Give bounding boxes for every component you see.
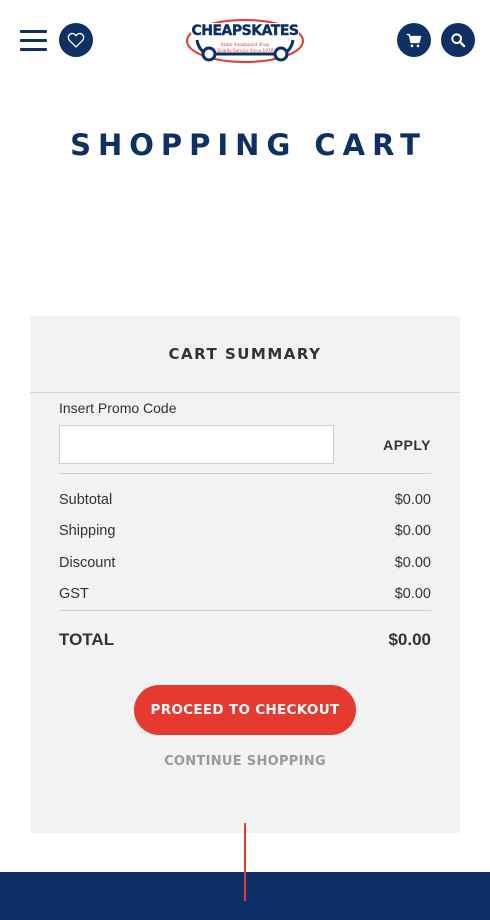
menu-icon[interactable]: [20, 30, 47, 52]
promo-code-label: Insert Promo Code: [59, 400, 177, 416]
search-icon: [451, 33, 466, 48]
discount-value: $0.00: [394, 555, 431, 571]
cart-icon: [406, 33, 422, 47]
divider: [59, 473, 431, 474]
promo-code-input[interactable]: [59, 425, 334, 464]
decorative-red-line: [244, 823, 246, 901]
cart-button[interactable]: [397, 23, 431, 57]
total-value: $0.00: [388, 630, 431, 649]
svg-text:Skate Snowboard Shop: Skate Snowboard Shop: [221, 42, 270, 47]
total-label: TOTAL: [59, 630, 115, 649]
divider: [59, 610, 431, 611]
summary-row-shipping: Shipping $0.00: [59, 523, 431, 539]
search-button[interactable]: [441, 23, 475, 57]
page-title: SHOPPING CART: [70, 128, 427, 162]
subtotal-label: Subtotal: [59, 492, 113, 508]
apply-promo-button[interactable]: APPLY: [383, 437, 431, 453]
cart-summary-title: CART SUMMARY: [168, 345, 322, 363]
summary-row-total: TOTAL $0.00: [59, 630, 431, 650]
discount-label: Discount: [59, 555, 116, 571]
page: CHEAPSKATES Skate Snowboard Shop Quality…: [0, 0, 490, 920]
continue-shopping-link[interactable]: CONTINUE SHOPPING: [30, 754, 460, 769]
wishlist-button[interactable]: [59, 23, 93, 57]
site-header: CHEAPSKATES Skate Snowboard Shop Quality…: [0, 0, 490, 80]
summary-row-discount: Discount $0.00: [59, 555, 431, 571]
cheapskates-logo[interactable]: CHEAPSKATES Skate Snowboard Shop Quality…: [185, 16, 305, 64]
heart-icon: [67, 32, 85, 48]
cart-summary-header: CART SUMMARY: [30, 316, 460, 393]
proceed-to-checkout-button[interactable]: PROCEED TO CHECKOUT: [134, 685, 356, 735]
gst-label: GST: [59, 586, 89, 602]
gst-value: $0.00: [394, 586, 431, 602]
subtotal-value: $0.00: [394, 492, 431, 508]
svg-text:Quality Service Since 1978: Quality Service Since 1978: [217, 48, 274, 53]
summary-row-subtotal: Subtotal $0.00: [59, 492, 431, 508]
svg-text:CHEAPSKATES: CHEAPSKATES: [191, 23, 298, 39]
shipping-label: Shipping: [59, 523, 116, 539]
summary-row-gst: GST $0.00: [59, 586, 431, 602]
shipping-value: $0.00: [394, 523, 431, 539]
cart-summary-panel: CART SUMMARY Insert Promo Code APPLY Sub…: [30, 316, 460, 833]
